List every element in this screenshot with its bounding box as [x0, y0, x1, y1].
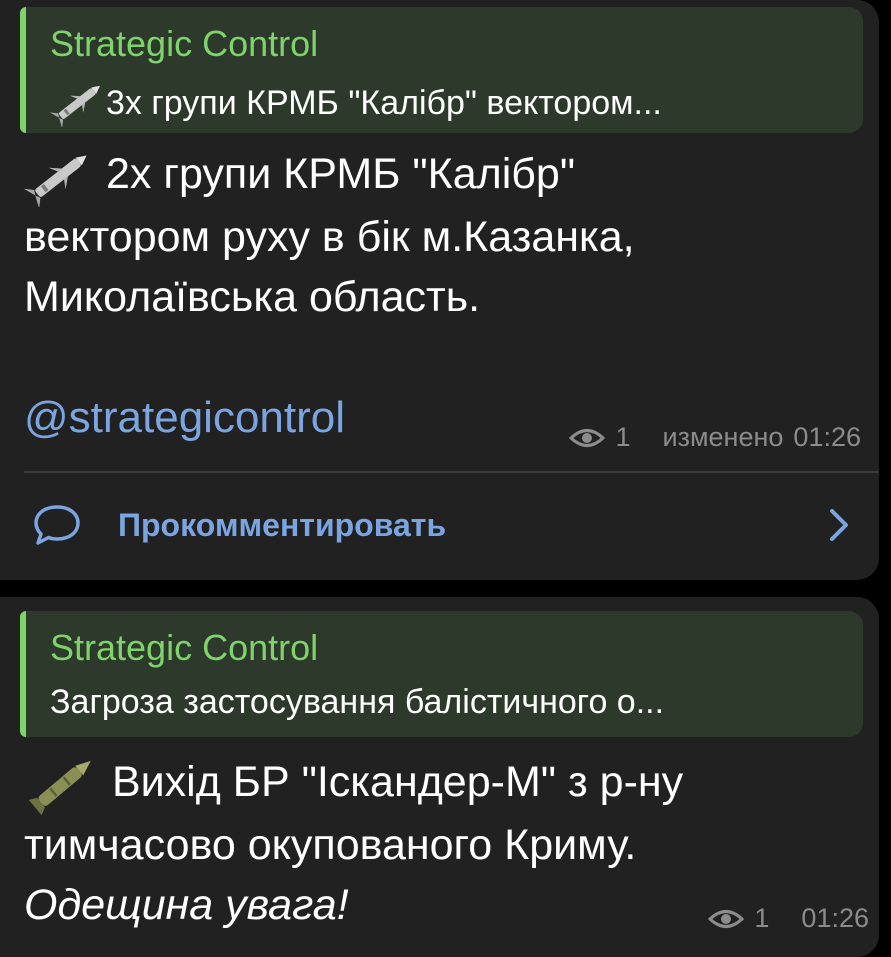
message-bubble[interactable]: Strategic Control 3х групи КРМБ "Калібр"… [0, 0, 879, 580]
eye-icon [569, 428, 606, 447]
missile-icon [50, 85, 101, 127]
message-line-text: 2х групи КРМБ "Калібр" [105, 150, 576, 198]
comment-button[interactable]: Прокомментировать [0, 473, 879, 573]
message-bubble[interactable]: Strategic Control Загроза застосування б… [0, 597, 879, 957]
ballistic-missile-icon [28, 760, 91, 815]
message-line: вектором руху в бік м.Казанка, [24, 212, 635, 261]
message-time: 01:26 [793, 422, 861, 452]
reply-text: Загроза застосування балістичного о... [50, 683, 665, 721]
missile-icon [24, 155, 87, 207]
edited-label: изменено [662, 422, 784, 452]
view-count: 1 [615, 422, 631, 452]
message-line: тимчасово окупованого Криму. [24, 820, 637, 869]
view-count: 1 [754, 903, 770, 933]
reply-text-row: 3х групи КРМБ "Калібр" вектором... [50, 79, 849, 127]
channel-mention-link[interactable]: @strategicontrol [24, 393, 345, 443]
reply-quote[interactable]: Strategic Control 3х групи КРМБ "Калібр"… [20, 7, 863, 133]
reply-quote[interactable]: Strategic Control Загроза застосування б… [20, 611, 863, 737]
reply-author: Strategic Control [50, 23, 319, 64]
message-line: 2х групи КРМБ "Калібр" [24, 144, 839, 207]
reply-text: 3х групи КРМБ "Калібр" вектором... [106, 83, 662, 122]
message-meta: 1 изменено 01:26 [569, 422, 861, 453]
message-line-text: Вихід БР "Іскандер-М" з р-ну [111, 758, 684, 806]
message-time: 01:26 [801, 903, 869, 933]
message-text: 2х групи КРМБ "Калібр" вектором руху в б… [24, 144, 839, 327]
reply-author: Strategic Control [50, 627, 319, 668]
eye-icon [708, 909, 745, 928]
chevron-right-icon [830, 509, 848, 541]
comment-bubble-icon [34, 505, 80, 545]
comment-label: Прокомментировать [118, 507, 447, 543]
message-line: Миколаївська область. [24, 272, 481, 321]
message-line: Вихід БР "Іскандер-М" з р-ну [24, 752, 839, 815]
reply-text-row: Загроза застосування балістичного о... [50, 683, 849, 722]
message-meta: 1 01:26 [708, 903, 869, 934]
